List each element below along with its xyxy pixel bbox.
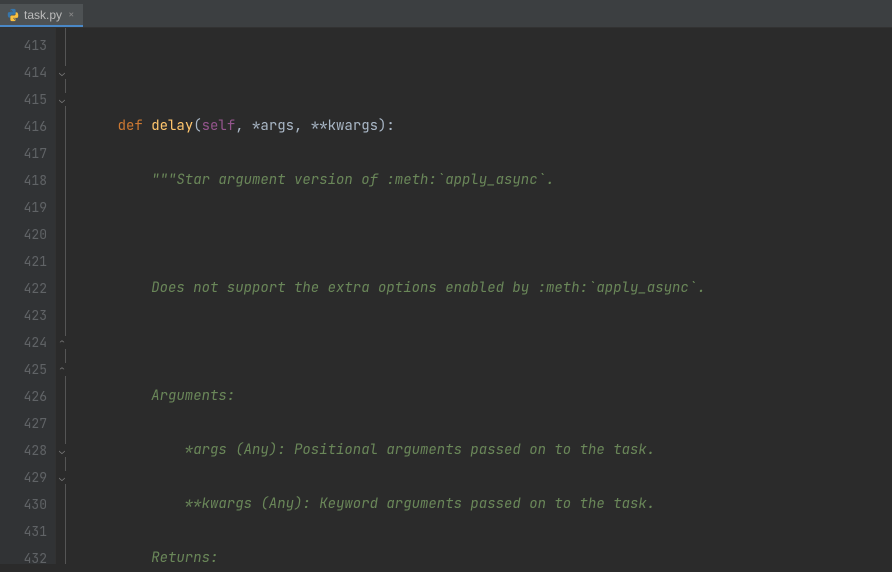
line-number: 424: [0, 329, 47, 356]
line-number: 417: [0, 140, 47, 167]
code-content[interactable]: def delay(self, *args, **kwargs): """Sta…: [76, 28, 892, 564]
code-line: Returns:: [84, 545, 892, 564]
line-number: 432: [0, 545, 47, 572]
line-number: 426: [0, 383, 47, 410]
fold-collapse-icon[interactable]: ⌄: [59, 444, 72, 457]
line-number: 428: [0, 437, 47, 464]
line-number: 423: [0, 302, 47, 329]
fold-collapse-icon[interactable]: ⌄: [59, 471, 72, 484]
python-file-icon: [6, 8, 20, 22]
code-line: *args (Any): Positional arguments passed…: [84, 437, 892, 464]
code-line: """Star argument version of :meth:`apply…: [84, 167, 892, 194]
line-number: 420: [0, 221, 47, 248]
line-number: 419: [0, 194, 47, 221]
code-editor[interactable]: 413 414 415 416 417 418 419 420 421 422 …: [0, 28, 892, 564]
line-number: 418: [0, 167, 47, 194]
fold-end-icon[interactable]: ⌃: [59, 336, 72, 349]
code-line: Does not support the extra options enabl…: [84, 275, 892, 302]
line-number: 415: [0, 86, 47, 113]
fold-end-icon[interactable]: ⌃: [59, 363, 72, 376]
line-number: 421: [0, 248, 47, 275]
line-number: 429: [0, 464, 47, 491]
line-number-gutter: 413 414 415 416 417 418 419 420 421 422 …: [0, 28, 56, 564]
code-line: [84, 221, 892, 248]
line-number: 427: [0, 410, 47, 437]
code-line: **kwargs (Any): Keyword arguments passed…: [84, 491, 892, 518]
fold-collapse-icon[interactable]: ⌄: [59, 66, 72, 79]
line-number: 430: [0, 491, 47, 518]
line-number: 413: [0, 32, 47, 59]
fold-collapse-icon[interactable]: ⌄: [59, 93, 72, 106]
tab-task-py[interactable]: task.py ×: [0, 4, 83, 27]
close-icon[interactable]: ×: [68, 8, 75, 22]
line-number: 425: [0, 356, 47, 383]
fold-gutter: ⌄ ⌄ ⌃ ⌃ ⌄ ⌄: [56, 28, 76, 564]
code-line: Arguments:: [84, 383, 892, 410]
tab-label: task.py: [24, 8, 62, 22]
line-number: 431: [0, 518, 47, 545]
line-number: 414: [0, 59, 47, 86]
line-number: 422: [0, 275, 47, 302]
tab-bar: task.py ×: [0, 4, 892, 28]
code-line: def delay(self, *args, **kwargs):: [84, 113, 892, 140]
code-line: [84, 329, 892, 356]
line-number: 416: [0, 113, 47, 140]
code-line: [84, 59, 892, 86]
